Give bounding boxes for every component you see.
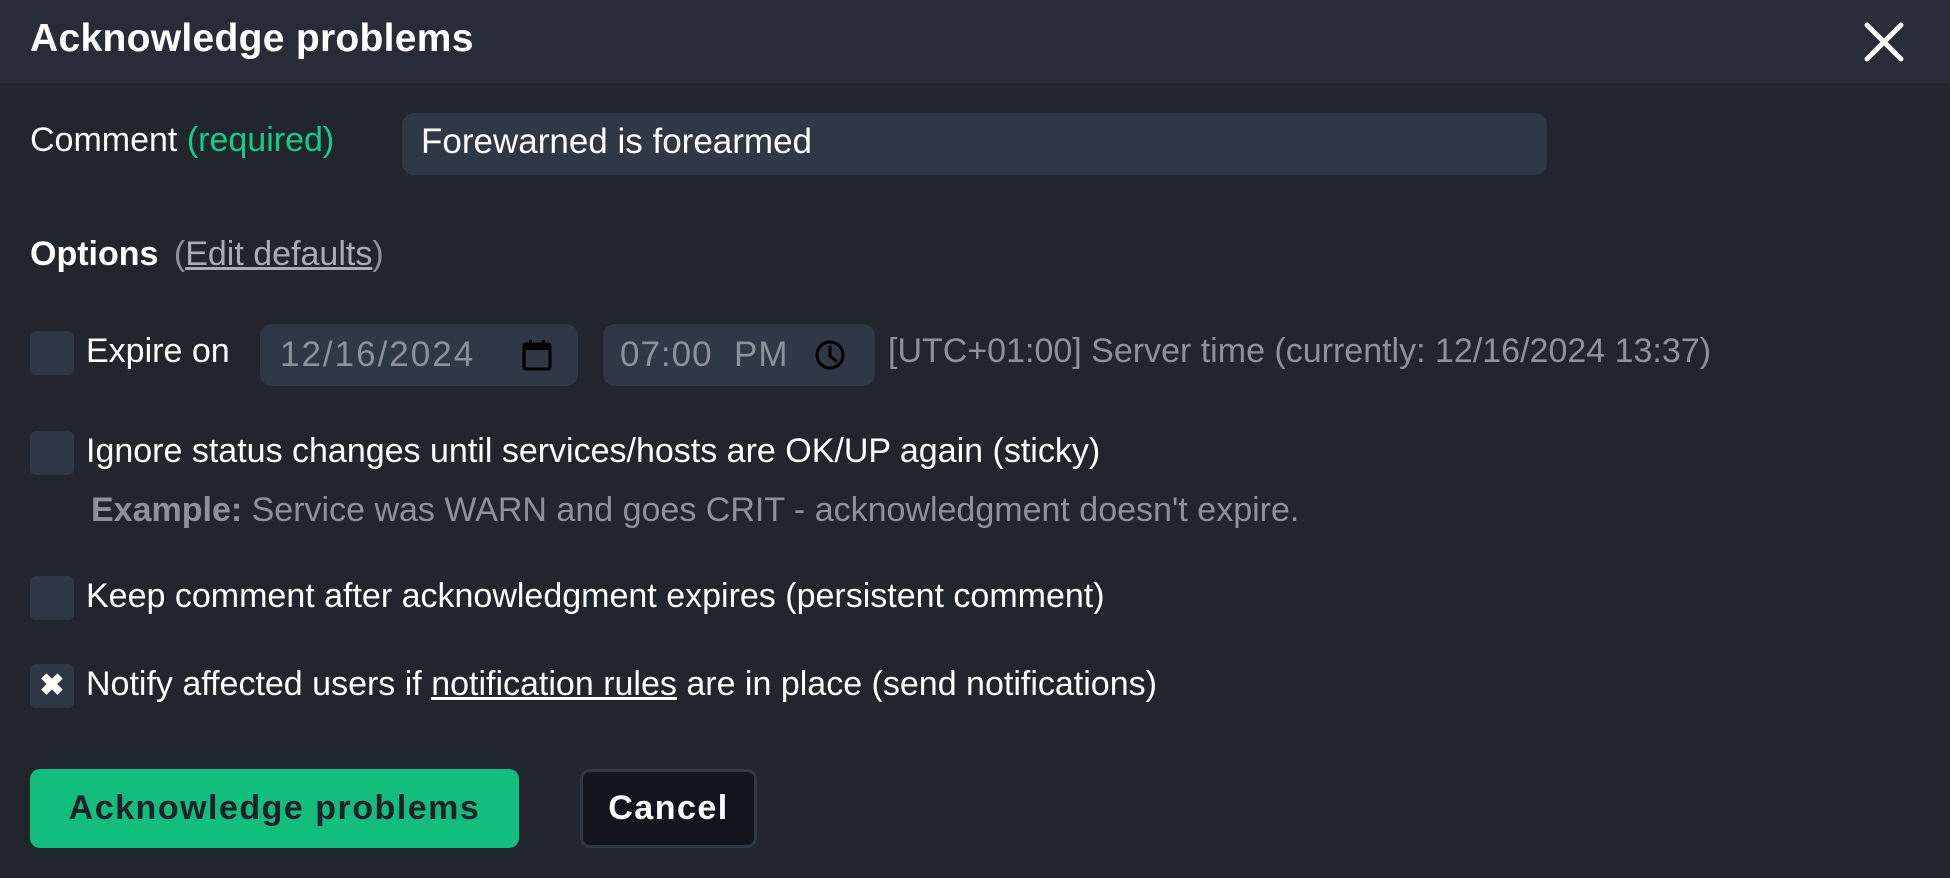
paren-close: ) [372,235,384,273]
notify-label-before: Notify affected users if [86,665,432,703]
close-button[interactable] [1862,20,1906,64]
cancel-button[interactable]: Cancel [580,769,757,848]
edit-defaults-link[interactable]: Edit defaults [185,235,372,273]
comment-input[interactable]: Forewarned is forearmed [402,113,1547,175]
sticky-example: Example: Service was WARN and goes CRIT … [91,491,1299,530]
acknowledge-button[interactable]: Acknowledge problems [30,769,519,848]
expire-date-value: 12/16/2024 [280,335,476,374]
example-text: Service was WARN and goes CRIT - acknowl… [242,491,1300,529]
notify-label-after: are in place (send notifications) [676,665,1157,703]
expire-date-input[interactable]: 12/16/2024 [260,324,578,386]
expire-checkbox[interactable] [30,331,74,375]
example-label: Example: [91,491,243,529]
comment-label: Comment (required) [30,121,334,160]
check-mark-icon: ✖ [39,669,65,702]
comment-label-text: Comment [30,121,178,159]
comment-input-value: Forewarned is forearmed [421,122,812,161]
persistent-label: Keep comment after acknowledgment expire… [86,577,1105,615]
clock-icon[interactable] [814,339,846,371]
dialog-header: Acknowledge problems [0,0,1950,83]
options-heading-row: Options (Edit defaults) [30,235,384,274]
required-indicator: (required) [186,121,335,159]
persistent-checkbox[interactable] [30,576,74,620]
sticky-checkbox[interactable] [30,431,74,475]
calendar-icon[interactable] [522,339,552,371]
expire-time-input[interactable]: 07:00 PM [603,324,875,386]
notify-checkbox[interactable]: ✖ [30,664,74,708]
expire-label: Expire on [86,332,230,370]
dialog-title: Acknowledge problems [30,17,474,60]
paren-open: ( [173,235,186,273]
sticky-label: Ignore status changes until services/hos… [86,432,1101,470]
notification-rules-link[interactable]: notification rules [431,665,677,703]
server-time-note: [UTC+01:00] Server time (currently: 12/1… [888,332,1712,370]
options-heading: Options [30,235,159,273]
expire-time-value: 07:00 PM [620,335,789,374]
close-icon [1864,22,1904,62]
notify-label: Notify affected users if notification ru… [86,665,1157,704]
